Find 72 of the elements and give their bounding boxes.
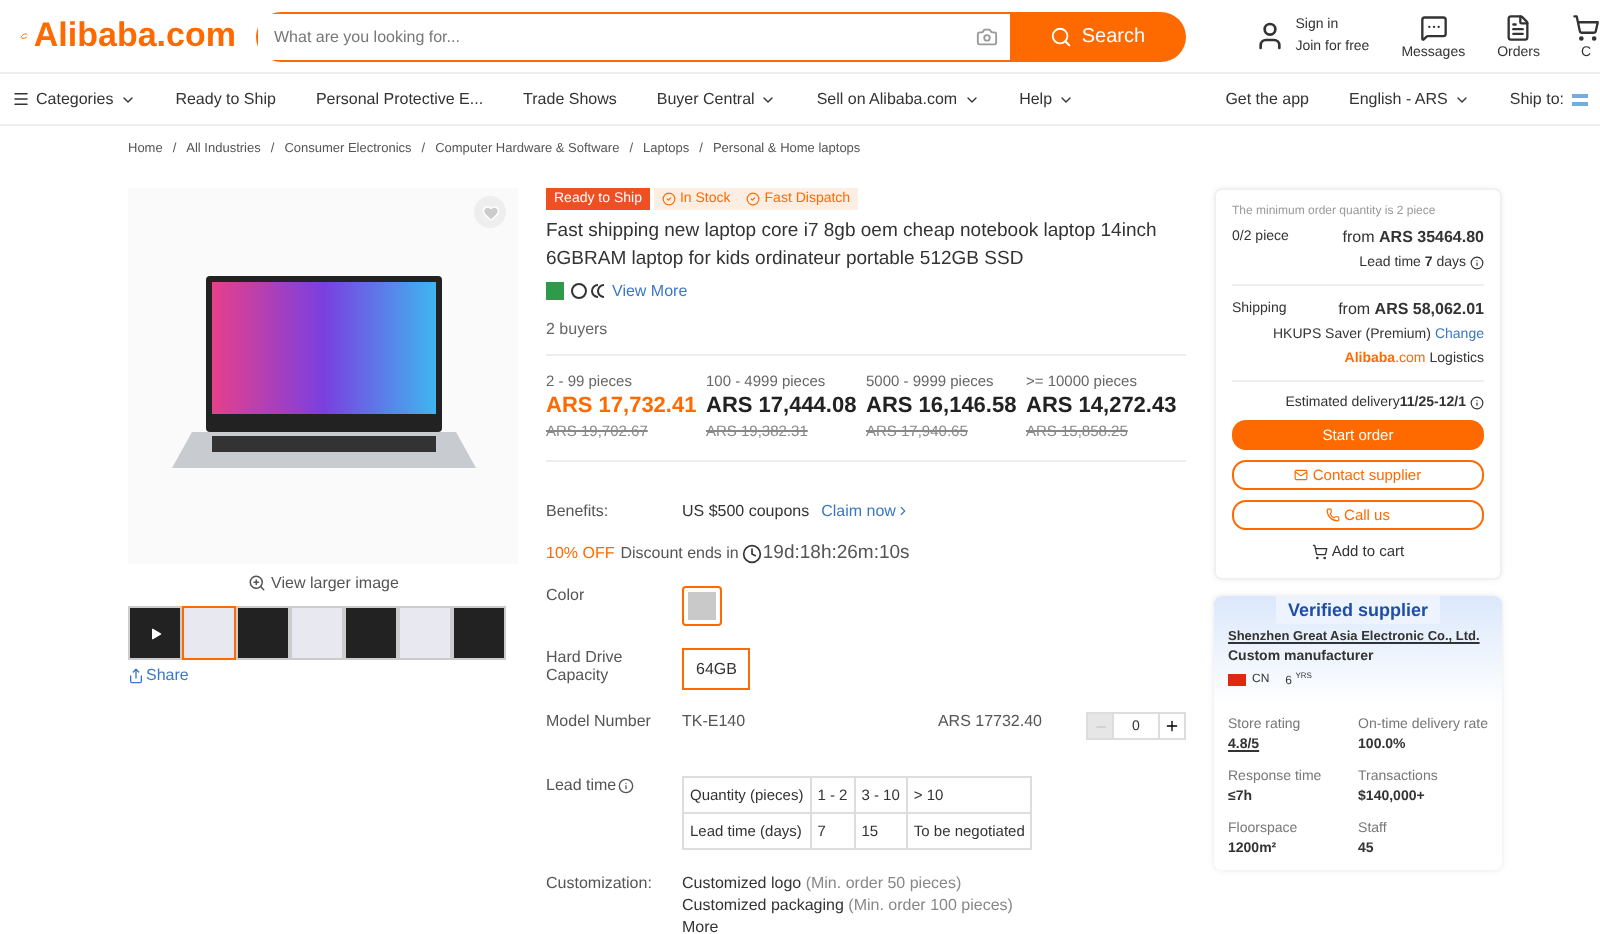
check-circle-icon	[661, 192, 676, 206]
tier-price: ARS 17,732.41	[546, 394, 699, 418]
camera-icon[interactable]	[975, 25, 998, 47]
customization-item: Customized logo (Min. order 50 pieces)	[682, 874, 964, 892]
buyers-count: 2 buyers	[546, 320, 610, 338]
coupon-text: US $500 coupons	[682, 502, 810, 520]
categories-menu[interactable]: Categories	[12, 90, 136, 108]
messages-icon[interactable]	[1419, 13, 1448, 41]
video-thumbnail[interactable]	[128, 606, 182, 660]
increase-button[interactable]	[1158, 712, 1186, 740]
info-icon[interactable]	[618, 777, 635, 793]
benefits-label: Benefits:	[546, 502, 611, 520]
more-link[interactable]: More	[682, 918, 1013, 934]
photo-thumbnail[interactable]	[398, 606, 452, 660]
countdown: 19d:18h:26m:10s	[762, 542, 910, 564]
nav-link[interactable]: English - ARS	[1349, 90, 1470, 108]
view-larger-link[interactable]: View larger image	[128, 564, 518, 606]
phone-icon	[1326, 508, 1341, 522]
nav-link[interactable]: Trade Shows	[523, 90, 617, 108]
discount-label: 10% OFF	[546, 544, 615, 562]
claim-link[interactable]: Claim now	[821, 502, 910, 520]
tier-price: ARS 17,444.08	[706, 394, 859, 418]
tier-price: ARS 14,272.43	[1026, 394, 1179, 418]
product-title: Fast shipping new laptop core i7 8gb oem cheap notebook laptop 14inch 6GBRAM laptop for kids ordinateur portable 512GB SSD	[546, 218, 1159, 274]
mail-icon	[1294, 468, 1309, 482]
model-number: TK-E140	[682, 712, 746, 730]
cart-icon[interactable]	[1572, 13, 1600, 41]
tier-price: ARS 16,146.58	[866, 394, 1019, 418]
certification-icon	[570, 282, 606, 300]
share-link[interactable]: Share	[128, 666, 518, 684]
photo-thumbnail[interactable]	[236, 606, 290, 660]
nav-link[interactable]: Ready to Ship	[175, 90, 276, 108]
view-more-link[interactable]: View More	[612, 282, 688, 300]
option-label: Lead time	[546, 776, 617, 794]
info-icon[interactable]	[1470, 396, 1484, 410]
nav-link[interactable]: Sell on Alibaba.com	[816, 90, 980, 108]
storage-option[interactable]: 64GB	[682, 648, 751, 690]
unit-price: ARS 17732.40	[937, 712, 1042, 730]
zoom-icon	[247, 574, 266, 592]
nav-link[interactable]: Help	[1019, 90, 1075, 108]
flag-icon	[1228, 673, 1246, 685]
menu-icon	[12, 90, 30, 108]
option-label: Color	[546, 586, 587, 604]
photo-thumbnail[interactable]	[290, 606, 344, 660]
option-label: Hard Drive Capacity	[546, 648, 625, 684]
user-icon[interactable]	[1253, 20, 1286, 52]
photo-thumbnail[interactable]	[182, 606, 236, 660]
option-label: Customization:	[546, 874, 654, 892]
discount-text: Discount ends in	[620, 544, 739, 562]
plus-icon	[1164, 718, 1180, 734]
color-swatch[interactable]	[682, 586, 722, 626]
option-label: Model Number	[546, 712, 653, 730]
nav-link[interactable]: Personal Protective E...	[315, 90, 484, 108]
photo-thumbnail[interactable]	[344, 606, 398, 660]
total-price: from ARS 35464.80	[1342, 228, 1484, 246]
orders-icon[interactable]	[1504, 13, 1533, 41]
search-icon	[1049, 25, 1072, 47]
nav-link[interactable]: Buyer Central	[656, 90, 777, 108]
shipping-price: from ARS 58,062.01	[1338, 300, 1484, 318]
verified-supplier-badge: Verified supplier	[1275, 596, 1441, 624]
heart-icon	[481, 203, 499, 221]
cart-icon	[1311, 543, 1328, 559]
customization-item: Customized packaging (Min. order 100 pieces)	[682, 896, 1013, 914]
info-icon[interactable]	[1470, 256, 1484, 270]
chevron-right-icon	[895, 504, 910, 518]
nav-link[interactable]: Get the app	[1225, 90, 1309, 108]
nav-link[interactable]: Ship to:	[1509, 90, 1564, 108]
share-icon	[128, 667, 144, 683]
photo-thumbnail[interactable]	[452, 606, 506, 660]
check-circle-icon	[746, 192, 761, 206]
clock-icon	[742, 543, 763, 563]
play-icon	[147, 625, 163, 641]
